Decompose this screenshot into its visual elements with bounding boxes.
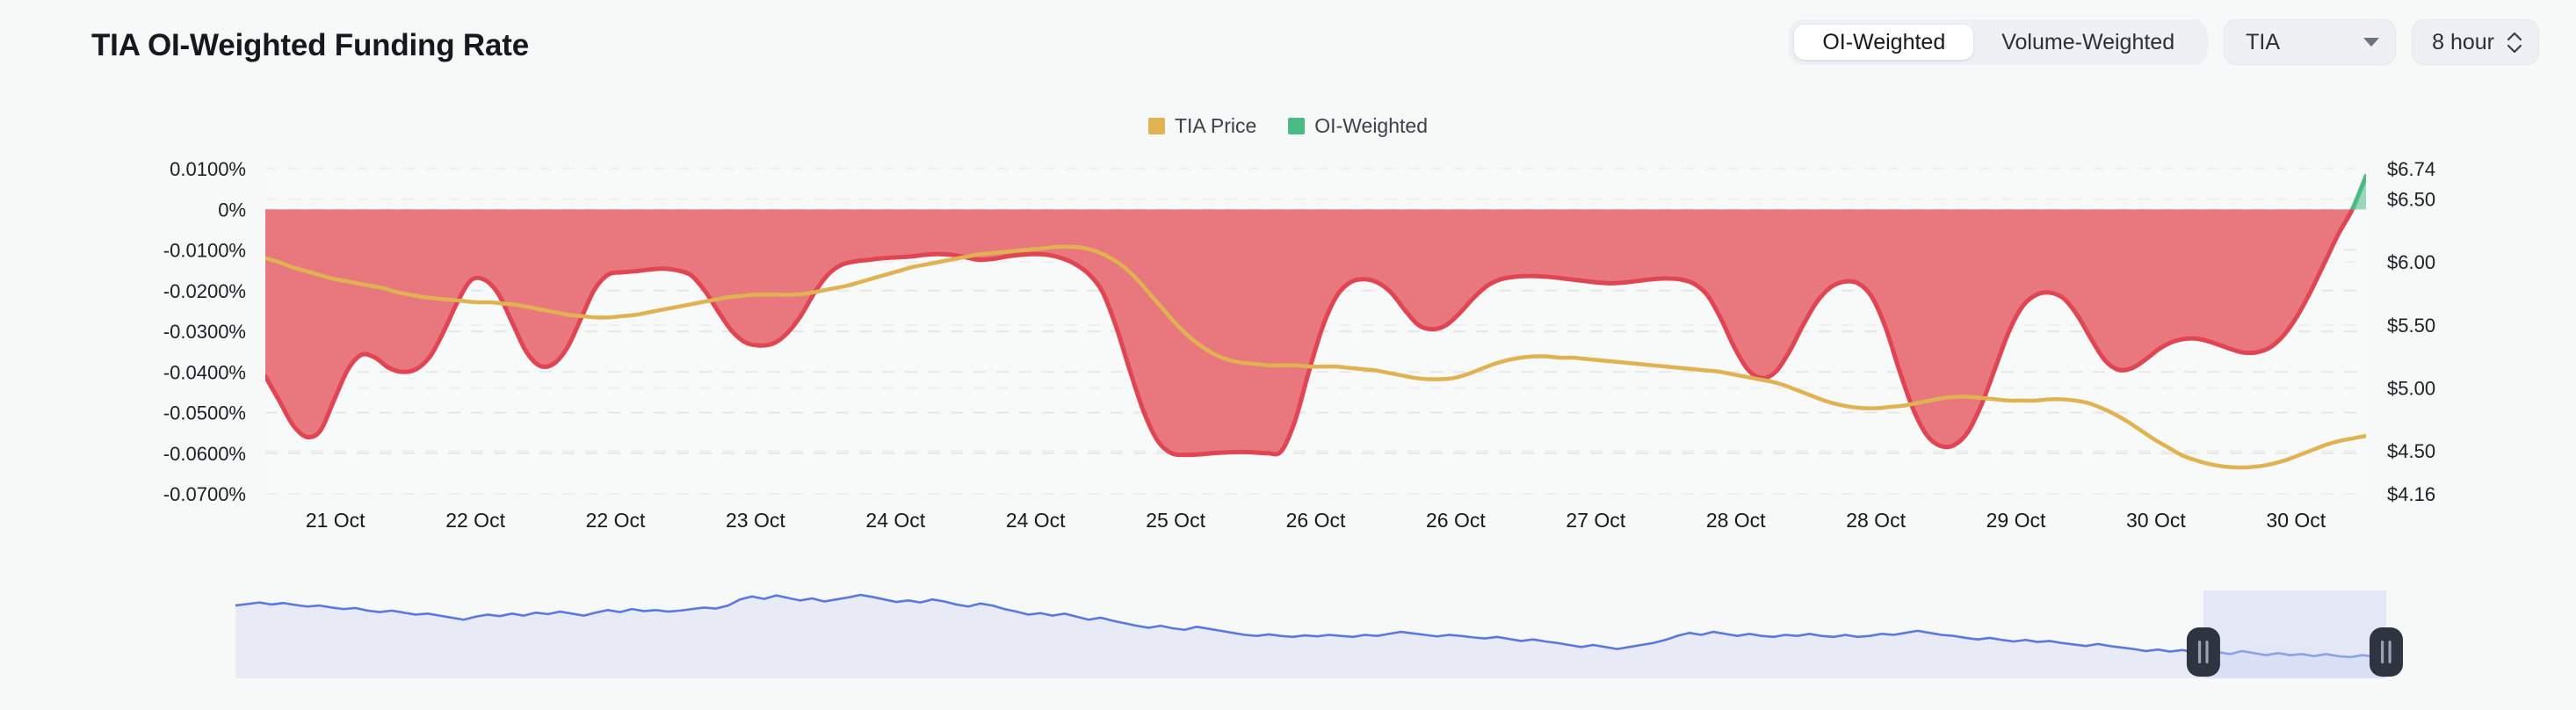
y-axis-left-tick: -0.0700%: [163, 483, 246, 505]
y-axis-left-tick: -0.0600%: [163, 443, 246, 465]
x-axis-tick: 30 Oct: [2266, 509, 2326, 532]
legend-swatch-oi-weighted: [1288, 118, 1306, 134]
y-axis-right-tick: $6.74: [2387, 158, 2435, 180]
x-axis-tick: 22 Oct: [445, 509, 505, 532]
y-axis-left-tick: 0%: [218, 199, 246, 221]
y-axis-right-tick: $4.50: [2387, 440, 2435, 462]
y-axis-right-tick: $4.16: [2387, 483, 2435, 505]
y-axis-left-tick: -0.0300%: [163, 321, 246, 343]
x-axis-tick: 26 Oct: [1426, 509, 1486, 532]
legend-item-tia-price[interactable]: TIA Price: [1147, 114, 1257, 138]
chart-legend: TIA Price OI-Weighted: [0, 114, 2576, 138]
tab-oi-weighted[interactable]: OI-Weighted: [1794, 25, 1974, 60]
x-axis-tick: 21 Oct: [306, 509, 365, 532]
weighting-segmented-control: OI-Weighted Volume-Weighted: [1789, 19, 2209, 65]
y-axis-left-tick: -0.0200%: [163, 280, 246, 302]
tab-volume-weighted[interactable]: Volume-Weighted: [1973, 25, 2203, 60]
x-axis-tick: 25 Oct: [1146, 509, 1205, 532]
x-axis-tick: 22 Oct: [586, 509, 646, 532]
legend-label-oi-weighted: OI-Weighted: [1314, 114, 1428, 137]
legend-item-oi-weighted[interactable]: OI-Weighted: [1288, 114, 1428, 138]
x-axis-tick: 29 Oct: [1986, 509, 2046, 532]
y-axis-left-tick: 0.0100%: [170, 158, 246, 180]
symbol-select[interactable]: TIA: [2224, 19, 2397, 65]
chevron-down-icon: [2363, 38, 2380, 47]
x-axis-tick: 28 Oct: [1706, 509, 1766, 532]
navigator-handle-right: [2370, 627, 2403, 677]
x-axis-tick: 24 Oct: [1006, 509, 1066, 532]
navigator-selection-window: [2203, 590, 2386, 678]
funding-rate-chart-page: TIA OI-Weighted Funding Rate OI-Weighted…: [0, 0, 2576, 710]
x-axis-tick: 27 Oct: [1566, 509, 1625, 532]
y-axis-right-tick: $5.50: [2387, 315, 2435, 337]
x-axis-tick: 30 Oct: [2126, 509, 2186, 532]
interval-stepper[interactable]: 8 hour: [2412, 19, 2539, 65]
y-axis-left-tick: -0.0500%: [163, 402, 246, 424]
y-axis-right-tick: $5.00: [2387, 378, 2435, 400]
chart-toolbar: OI-Weighted Volume-Weighted TIA 8 hour: [1789, 19, 2539, 65]
x-axis-tick: 28 Oct: [1846, 509, 1906, 532]
interval-stepper-value: 8 hour: [2432, 29, 2494, 54]
symbol-select-value: TIA: [2246, 29, 2281, 54]
y-axis-left-tick: -0.0400%: [163, 361, 246, 383]
legend-swatch-tia-price: [1147, 118, 1165, 134]
range-navigator[interactable]: [0, 571, 2576, 703]
x-axis-tick: 24 Oct: [865, 509, 925, 532]
y-axis-left-tick: -0.0100%: [163, 240, 246, 262]
navigator-handle-left: [2186, 627, 2220, 677]
funding-rate-svg: 0.0100% 0% -0.0100% -0.0200% -0.0300% -0.0400…: [163, 158, 2435, 532]
y-axis-right-tick: $6.50: [2387, 188, 2435, 210]
range-navigator-svg: [235, 590, 2403, 678]
y-axis-right-tick: $6.00: [2387, 251, 2435, 273]
x-axis-tick: 23 Oct: [726, 509, 785, 532]
legend-label-tia-price: TIA Price: [1174, 114, 1257, 137]
page-title: TIA OI-Weighted Funding Rate: [91, 28, 529, 62]
chevron-up-down-icon: [2507, 32, 2522, 54]
x-axis-tick: 26 Oct: [1286, 509, 1346, 532]
chart-plot-area[interactable]: 0.0100% 0% -0.0100% -0.0200% -0.0300% -0.0400…: [0, 149, 2576, 562]
